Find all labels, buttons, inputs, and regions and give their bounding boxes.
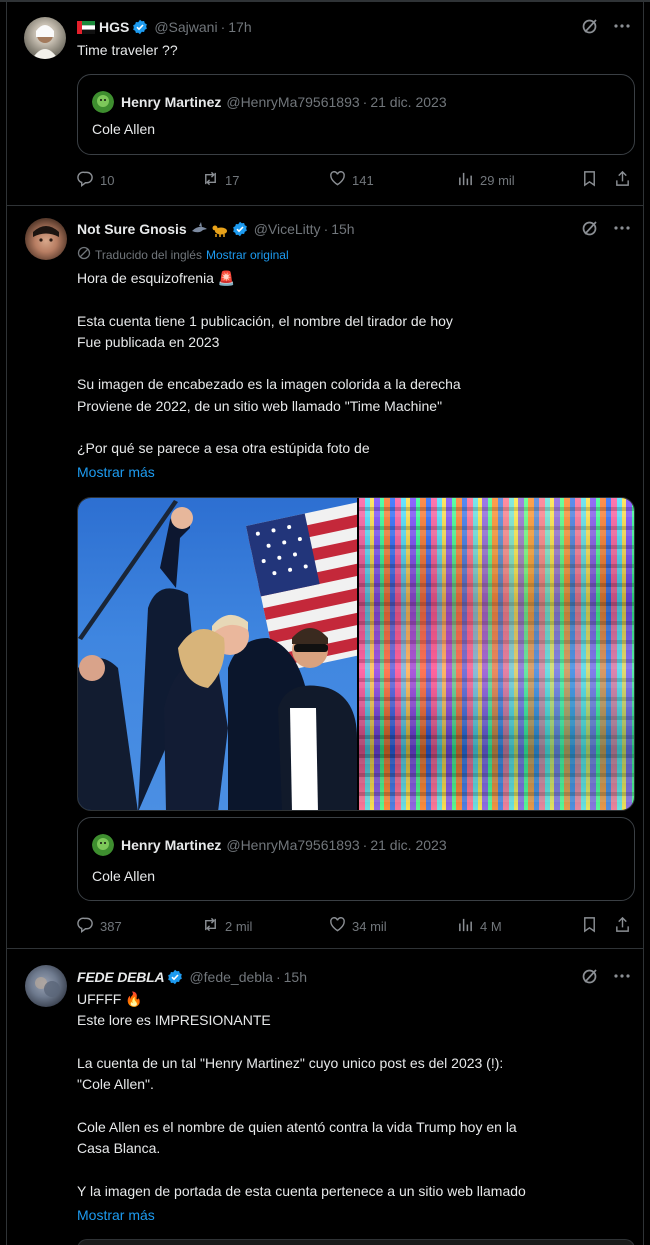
tweet-1[interactable]: HGS @Sajwani · 17h Time traveler ?? Henr… xyxy=(7,2,643,206)
media-preview-edge xyxy=(77,1239,635,1245)
quoted-text: Cole Allen xyxy=(92,121,156,137)
shark-icon xyxy=(191,222,207,233)
separator-dot: · xyxy=(362,94,368,110)
show-more-link[interactable]: Mostrar más xyxy=(77,1205,155,1226)
repost-count: 2 mil xyxy=(225,918,253,934)
quoted-date: 21 dic. 2023 xyxy=(370,837,447,853)
grok-icon[interactable] xyxy=(581,967,599,988)
uae-flag-icon xyxy=(77,20,95,34)
bookmark-icon xyxy=(581,916,598,936)
tweet-2[interactable]: Not Sure Gnosis @ViceLitty · 15h Traduci… xyxy=(7,206,643,949)
share-icon xyxy=(614,916,631,936)
translated-label: Traducido del inglés xyxy=(95,247,202,262)
translate-icon xyxy=(77,246,91,263)
author-handle[interactable]: @Sajwani xyxy=(154,19,217,35)
author-handle[interactable]: @fede_debla xyxy=(189,969,273,985)
post-time[interactable]: 17h xyxy=(228,19,251,35)
repost-button[interactable]: 2 mil xyxy=(202,916,252,936)
tweet-header: FEDE DEBLA @fede_debla · 15h xyxy=(77,967,631,987)
bookmark-button[interactable] xyxy=(581,916,598,936)
tweet-header: Not Sure Gnosis @ViceLitty · 15h xyxy=(77,219,631,239)
tweet-text: UFFFF 🔥 Este lore es IMPRESIONANTE La cu… xyxy=(77,991,526,1199)
share-icon xyxy=(614,170,631,190)
show-original-link[interactable]: Mostrar original xyxy=(206,248,289,262)
views-count: 29 mil xyxy=(480,172,515,188)
separator-dot: · xyxy=(362,837,368,853)
more-icon[interactable] xyxy=(613,967,631,988)
more-icon[interactable] xyxy=(613,219,631,240)
separator-dot: · xyxy=(220,19,226,35)
share-button[interactable] xyxy=(614,170,631,190)
like-count: 141 xyxy=(352,172,374,188)
tweet-3[interactable]: FEDE DEBLA @fede_debla · 15h UFFFF 🔥 Est… xyxy=(7,949,643,1245)
verified-badge-icon xyxy=(167,969,183,985)
like-button[interactable]: 141 xyxy=(329,170,374,190)
translation-notice: Traducido del inglés Mostrar original xyxy=(77,246,289,263)
media-photo-left[interactable] xyxy=(78,498,357,810)
reply-count: 10 xyxy=(100,172,115,188)
action-bar: 10 17 141 29 mil xyxy=(77,170,631,190)
author-handle[interactable]: @ViceLitty xyxy=(254,221,321,237)
post-time[interactable]: 15h xyxy=(284,969,307,985)
avatar[interactable] xyxy=(24,17,66,59)
quoted-tweet[interactable]: Henry Martinez @HenryMa79561893 · 21 dic… xyxy=(77,817,635,901)
show-more-link[interactable]: Mostrar más xyxy=(77,462,155,483)
reply-button[interactable]: 10 xyxy=(77,170,114,190)
repost-count: 17 xyxy=(225,172,240,188)
right-border xyxy=(643,0,644,1245)
avatar[interactable] xyxy=(25,218,67,260)
share-button[interactable] xyxy=(614,916,631,936)
cat-icon xyxy=(212,225,227,237)
tweet-text: Hora de esquizofrenia 🚨 Esta cuenta tien… xyxy=(77,270,461,457)
views-button[interactable]: 4 M xyxy=(457,916,502,936)
post-time[interactable]: 15h xyxy=(331,221,354,237)
bookmark-button[interactable] xyxy=(581,170,598,190)
emoji-icons xyxy=(191,221,229,237)
action-bar: 387 2 mil 34 mil 4 M xyxy=(77,916,631,936)
reply-icon xyxy=(77,916,94,936)
like-icon xyxy=(329,916,346,936)
repost-icon xyxy=(202,170,219,190)
repost-icon xyxy=(202,916,219,936)
quoted-author-handle: @HenryMa79561893 xyxy=(226,94,360,110)
verified-badge-icon xyxy=(232,221,248,237)
repost-button[interactable]: 17 xyxy=(202,170,239,190)
quoted-author-handle: @HenryMa79561893 xyxy=(226,837,360,853)
separator-dot: · xyxy=(323,221,329,237)
separator-dot: · xyxy=(275,969,281,985)
author-name[interactable]: HGS xyxy=(99,19,129,35)
views-button[interactable]: 29 mil xyxy=(457,170,515,190)
bookmark-icon xyxy=(581,170,598,190)
views-icon xyxy=(457,916,474,936)
verified-badge-icon xyxy=(132,19,148,35)
views-icon xyxy=(457,170,474,190)
grok-icon[interactable] xyxy=(581,219,599,240)
author-name[interactable]: FEDE DEBLA xyxy=(77,969,165,985)
media-photo-right[interactable] xyxy=(359,498,634,810)
tweet-text: Time traveler ?? xyxy=(77,42,178,58)
quoted-date: 21 dic. 2023 xyxy=(370,94,447,110)
quoted-avatar xyxy=(92,834,114,856)
reply-button[interactable]: 387 xyxy=(77,916,122,936)
more-icon[interactable] xyxy=(613,17,631,38)
reply-count: 387 xyxy=(100,918,122,934)
quoted-author-name: Henry Martinez xyxy=(121,94,222,110)
author-name[interactable]: Not Sure Gnosis xyxy=(77,221,187,237)
like-button[interactable]: 34 mil xyxy=(329,916,387,936)
quoted-tweet[interactable]: Henry Martinez @HenryMa79561893 · 21 dic… xyxy=(77,74,635,155)
like-icon xyxy=(329,170,346,190)
reply-icon xyxy=(77,170,94,190)
avatar[interactable] xyxy=(25,965,67,1007)
tweet-header: HGS @Sajwani · 17h xyxy=(77,17,631,37)
like-count: 34 mil xyxy=(352,918,387,934)
grok-icon[interactable] xyxy=(581,17,599,38)
quoted-author-name: Henry Martinez xyxy=(121,837,222,853)
quoted-avatar xyxy=(92,91,114,113)
tweet-media[interactable] xyxy=(77,497,635,811)
views-count: 4 M xyxy=(480,918,502,934)
quoted-text: Cole Allen xyxy=(92,868,156,884)
